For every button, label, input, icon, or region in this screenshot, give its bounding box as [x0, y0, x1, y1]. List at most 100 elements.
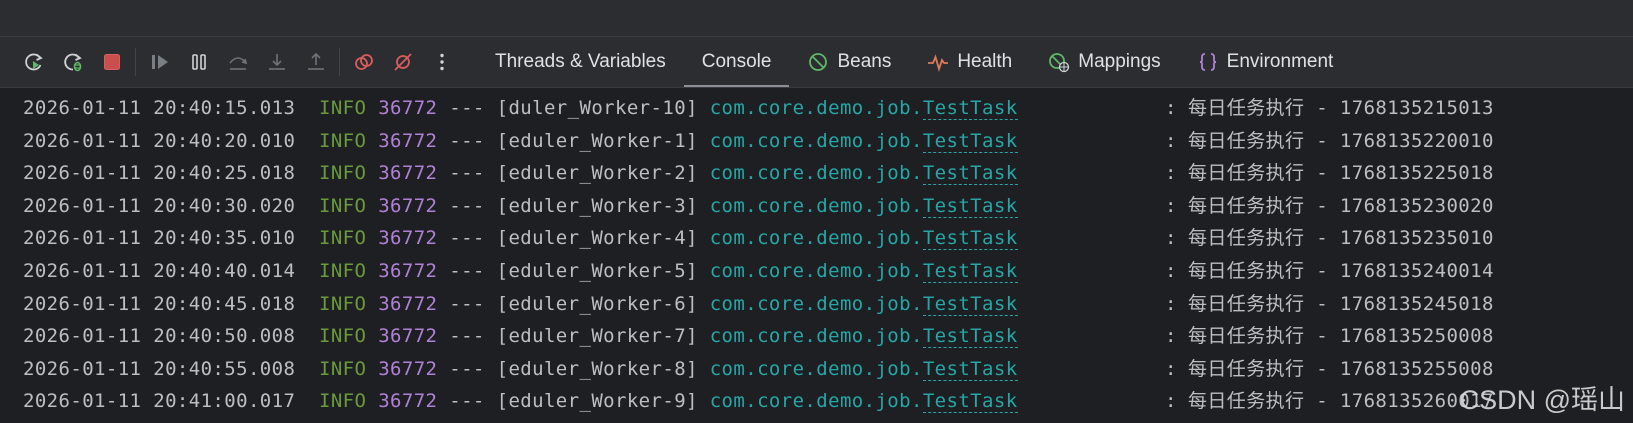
- log-line: 2026-01-11 20:40:25.018 INFO 36772 --- […: [23, 157, 1493, 190]
- log-thread: [eduler_Worker-8]: [496, 357, 698, 380]
- log-pid: 36772: [378, 357, 438, 380]
- log-line: 2026-01-11 20:40:55.008 INFO 36772 --- […: [23, 353, 1493, 386]
- log-timestamp: 2026-01-11 20:40:20.010: [23, 129, 296, 152]
- tab-console[interactable]: Console: [683, 37, 790, 87]
- log-message: 每日任务执行 - 1768135225018: [1188, 162, 1494, 185]
- log-level: INFO: [318, 194, 367, 217]
- rerun-button[interactable]: [14, 44, 53, 80]
- tab-health[interactable]: Health: [909, 37, 1030, 87]
- log-line: 2026-01-11 20:40:50.008 INFO 36772 --- […: [23, 320, 1493, 353]
- resume-icon: [151, 55, 168, 69]
- log-logger-class-link[interactable]: TestTask: [922, 129, 1018, 153]
- log-pid: 36772: [378, 390, 438, 413]
- log-logger-class-link[interactable]: TestTask: [922, 260, 1018, 283]
- log-message: 每日任务执行 - 1768135215013: [1188, 97, 1494, 119]
- log-message: 每日任务执行 - 1768135235010: [1188, 227, 1494, 250]
- log-message: 每日任务执行 - 1768135230020: [1188, 194, 1494, 217]
- stop-button[interactable]: [92, 44, 131, 80]
- log-thread: [eduler_Worker-1]: [496, 129, 698, 152]
- log-line: 2026-01-11 20:40:30.020 INFO 36772 --- […: [23, 190, 1493, 223]
- toolbar-separator: [135, 48, 136, 76]
- log-colon: :: [1165, 357, 1177, 380]
- log-thread: [eduler_Worker-4]: [496, 227, 698, 250]
- mute-breakpoints-button[interactable]: [383, 44, 422, 80]
- log-logger-class-link[interactable]: TestTask: [922, 325, 1018, 349]
- log-level: INFO: [318, 292, 367, 315]
- view-breakpoints-button[interactable]: [344, 44, 383, 80]
- log-line: 2026-01-11 20:40:45.018 INFO 36772 --- […: [23, 288, 1493, 321]
- log-logger-class-link[interactable]: TestTask: [922, 292, 1018, 316]
- log-logger-class-link[interactable]: TestTask: [922, 390, 1018, 414]
- watermark: CSDN @瑶山: [1459, 385, 1625, 415]
- rerun-debug-icon: [63, 53, 82, 72]
- log-thread: [eduler_Worker-7]: [496, 325, 698, 348]
- tab-mappings[interactable]: Mappings: [1030, 37, 1178, 87]
- log-timestamp: 2026-01-11 20:40:25.018: [23, 162, 296, 185]
- tab-label: Console: [701, 51, 772, 72]
- log-colon: :: [1165, 292, 1177, 315]
- log-logger-package: com.core.demo.job.: [709, 325, 923, 348]
- step-into-button[interactable]: [257, 44, 296, 80]
- log-logger-class-link[interactable]: TestTask: [922, 194, 1018, 218]
- log-logger-package: com.core.demo.job.: [709, 194, 923, 217]
- log-timestamp: 2026-01-11 20:40:15.013: [23, 97, 296, 119]
- log-timestamp: 2026-01-11 20:40:45.018: [23, 292, 296, 315]
- step-over-button[interactable]: [218, 44, 257, 80]
- log-pid: 36772: [378, 292, 438, 315]
- log-separator: ---: [449, 129, 485, 152]
- tab-label: Beans: [837, 51, 892, 72]
- log-pid: 36772: [378, 129, 438, 152]
- log-message: 每日任务执行 - 1768135255008: [1188, 357, 1494, 380]
- log-separator: ---: [449, 162, 485, 185]
- log-timestamp: 2026-01-11 20:40:50.008: [23, 325, 296, 348]
- log-logger-class-link[interactable]: TestTask: [922, 227, 1018, 251]
- rerun-debug-button[interactable]: [53, 44, 92, 80]
- log-pid: 36772: [378, 260, 438, 282]
- pause-button[interactable]: [179, 44, 218, 80]
- log-level: INFO: [318, 162, 367, 185]
- log-level: INFO: [318, 129, 367, 152]
- log-colon: :: [1165, 97, 1177, 119]
- log-logger-package: com.core.demo.job.: [709, 162, 923, 185]
- log-line: 2026-01-11 20:40:40.014 INFO 36772 --- […: [23, 255, 1493, 288]
- log-logger-package: com.core.demo.job.: [709, 129, 923, 152]
- log-message: 每日任务执行 - 1768135260017: [1188, 390, 1494, 413]
- log-logger-package: com.core.demo.job.: [709, 357, 923, 380]
- log-separator: ---: [449, 97, 485, 119]
- log-colon: :: [1165, 129, 1177, 152]
- tab-label: Health: [957, 51, 1013, 72]
- log-logger-package: com.core.demo.job.: [709, 97, 923, 119]
- rerun-icon: [24, 53, 43, 71]
- log-timestamp: 2026-01-11 20:40:55.008: [23, 357, 296, 380]
- log-logger-class-link[interactable]: TestTask: [922, 162, 1018, 186]
- mute-breakpoints-icon: [393, 53, 412, 71]
- log-timestamp: 2026-01-11 20:40:35.010: [23, 227, 296, 250]
- step-over-icon: [228, 57, 247, 70]
- log-line: 2026-01-11 20:40:15.013 INFO 36772 --- […: [23, 92, 1493, 125]
- console-output[interactable]: 2026-01-11 20:40:15.013 INFO 36772 --- […: [0, 88, 1633, 423]
- log-colon: :: [1165, 325, 1177, 348]
- tab-label: Mappings: [1078, 51, 1161, 72]
- log-separator: ---: [449, 357, 485, 380]
- resume-button[interactable]: [140, 44, 179, 80]
- log-thread: [eduler_Worker-2]: [496, 162, 698, 185]
- log-pid: 36772: [378, 227, 438, 250]
- more-options-button[interactable]: [422, 44, 461, 80]
- log-thread: [eduler_Worker-9]: [496, 390, 698, 413]
- beans-icon: [809, 53, 828, 71]
- pause-icon: [191, 54, 206, 70]
- log-pid: 36772: [378, 325, 438, 348]
- log-timestamp: 2026-01-11 20:41:00.017: [23, 390, 296, 413]
- log-separator: ---: [449, 390, 485, 413]
- log-logger-class-link[interactable]: TestTask: [922, 97, 1018, 120]
- tab-environment[interactable]: Environment: [1179, 37, 1352, 87]
- tab-beans[interactable]: Beans: [789, 37, 909, 87]
- tab-threads-variables[interactable]: Threads & Variables: [477, 37, 684, 87]
- log-logger-package: com.core.demo.job.: [709, 390, 923, 413]
- log-timestamp: 2026-01-11 20:40:30.020: [23, 194, 296, 217]
- environment-icon: [1199, 53, 1216, 71]
- log-pid: 36772: [378, 162, 438, 185]
- step-out-button[interactable]: [296, 44, 335, 80]
- log-logger-class-link[interactable]: TestTask: [922, 357, 1018, 381]
- tab-label: Environment: [1226, 51, 1334, 72]
